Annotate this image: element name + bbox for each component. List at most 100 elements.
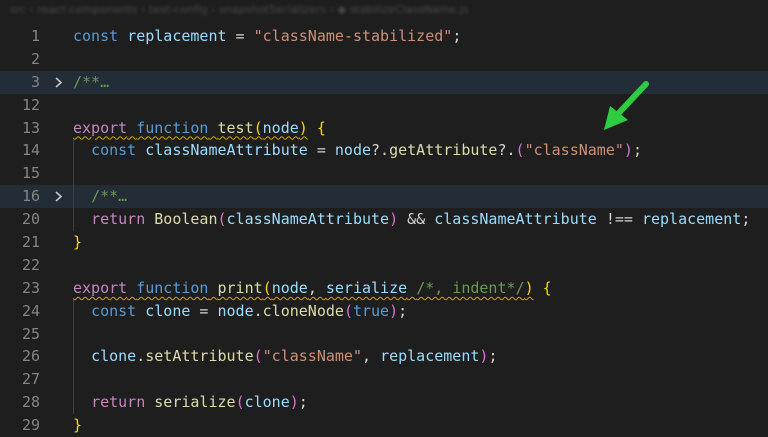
code-token: replacement bbox=[380, 347, 480, 366]
line-number: 25 bbox=[21, 324, 40, 343]
code-text[interactable]: /**… bbox=[73, 71, 109, 94]
line-number: 23 bbox=[21, 278, 40, 297]
code-token: ( bbox=[253, 118, 263, 137]
code-line[interactable]: 27 bbox=[0, 368, 768, 392]
code-line[interactable]: 14 const classNameAttribute = node?.getA… bbox=[0, 139, 768, 163]
code-token: cloneNode bbox=[262, 301, 344, 320]
code-token: test bbox=[217, 118, 254, 137]
code-token: "className" bbox=[262, 347, 362, 366]
code-line[interactable]: 21} bbox=[0, 231, 768, 254]
code-token: } bbox=[73, 416, 83, 435]
code-token: clone bbox=[91, 347, 137, 366]
code-token: /** bbox=[91, 187, 119, 206]
code-token: serialize bbox=[325, 278, 408, 297]
code-token: replacement bbox=[641, 210, 742, 229]
code-token: ?. bbox=[371, 141, 390, 160]
code-token: node bbox=[262, 118, 299, 137]
code-token: ) bbox=[298, 118, 308, 137]
code-token: = bbox=[190, 301, 218, 320]
code-line[interactable]: 16 /**… bbox=[0, 185, 768, 209]
code-token: ?. bbox=[497, 141, 516, 160]
code-line[interactable]: 1 const replacement = "className-stabiliz… bbox=[0, 25, 768, 48]
line-number: 28 bbox=[21, 393, 40, 412]
code-line[interactable]: 20 return Boolean(classNameAttribute) &&… bbox=[0, 208, 768, 232]
line-number: 21 bbox=[21, 233, 40, 252]
code-token: function bbox=[136, 278, 209, 297]
code-line[interactable]: 24 const clone = node.cloneNode(true); bbox=[0, 299, 768, 323]
code-token: ( bbox=[343, 301, 353, 320]
line-number: 2 bbox=[30, 49, 40, 68]
code-line[interactable]: 25 bbox=[0, 322, 768, 346]
code-line[interactable]: 29} bbox=[0, 414, 768, 437]
code-line[interactable]: 15 bbox=[0, 162, 768, 186]
code-token: ( bbox=[515, 141, 525, 160]
line-number: 3 bbox=[30, 72, 40, 91]
line-number: 16 bbox=[21, 187, 40, 206]
code-token: ( bbox=[235, 393, 245, 412]
code-token: node bbox=[217, 301, 254, 320]
code-token: export bbox=[73, 118, 128, 137]
code-token: Boolean bbox=[154, 210, 218, 229]
code-text[interactable]: export function print(node, serialize /*… bbox=[73, 277, 552, 300]
code-token: replacement bbox=[127, 27, 227, 45]
code-text[interactable]: /**… bbox=[73, 185, 127, 208]
code-token: = bbox=[307, 141, 335, 160]
code-token: ) bbox=[389, 301, 399, 320]
line-number: 20 bbox=[21, 210, 40, 229]
code-token: classNameAttribute bbox=[434, 210, 597, 229]
indent-guide bbox=[73, 322, 74, 346]
breadcrumb[interactable]: src › react-components › test-config › s… bbox=[0, 0, 768, 22]
code-token: getAttribute bbox=[389, 141, 498, 160]
code-token: . bbox=[253, 301, 263, 320]
code-text[interactable]: } bbox=[73, 231, 82, 254]
code-line[interactable]: 22 bbox=[0, 254, 768, 277]
chevron-right-icon[interactable] bbox=[52, 71, 64, 94]
code-token: ) bbox=[289, 393, 299, 412]
code-token: ) bbox=[524, 278, 534, 297]
code-text[interactable]: clone.setAttribute("className", replacem… bbox=[73, 345, 497, 368]
code-token: const bbox=[73, 27, 119, 45]
code-token: const bbox=[91, 301, 137, 320]
code-token: , bbox=[362, 347, 381, 366]
code-token: ; bbox=[488, 347, 498, 366]
code-token: print bbox=[217, 278, 263, 297]
code-line[interactable]: 26 clone.setAttribute("className", repla… bbox=[0, 345, 768, 369]
green-arrow-icon bbox=[604, 81, 649, 130]
code-token: ; bbox=[452, 27, 462, 45]
chevron-right-icon[interactable] bbox=[52, 185, 64, 208]
code-token: ) bbox=[623, 141, 633, 160]
code-token: return bbox=[91, 393, 146, 412]
code-line[interactable]: 23 export function print(node, serialize … bbox=[0, 277, 768, 300]
breadcrumb-path[interactable]: src › react-components › test-config › s… bbox=[10, 3, 469, 16]
code-line[interactable]: 2 bbox=[0, 48, 768, 71]
code-token: classNameAttribute bbox=[145, 141, 308, 160]
code-text[interactable]: return serialize(clone); bbox=[73, 391, 308, 414]
code-text[interactable]: const clone = node.cloneNode(true); bbox=[73, 300, 407, 323]
code-line[interactable]: 28 return serialize(clone); bbox=[0, 391, 768, 415]
code-token: && bbox=[398, 210, 435, 229]
code-token: … bbox=[100, 72, 110, 91]
code-text[interactable]: const replacement = "className-stabilize… bbox=[73, 25, 461, 48]
code-text[interactable]: } bbox=[73, 414, 82, 437]
line-number: 12 bbox=[21, 95, 40, 114]
code-text[interactable]: return Boolean(classNameAttribute) && cl… bbox=[73, 208, 750, 231]
code-token: node bbox=[271, 278, 308, 297]
line-number: 27 bbox=[21, 370, 40, 389]
code-token: = bbox=[226, 27, 254, 45]
code-text[interactable]: export function test(node) { bbox=[73, 117, 326, 140]
code-token: clone bbox=[145, 301, 191, 320]
line-number: 24 bbox=[21, 301, 40, 320]
line-number: 26 bbox=[21, 347, 40, 366]
code-text[interactable]: const classNameAttribute = node?.getAttr… bbox=[73, 139, 642, 162]
line-number: 13 bbox=[21, 118, 40, 137]
